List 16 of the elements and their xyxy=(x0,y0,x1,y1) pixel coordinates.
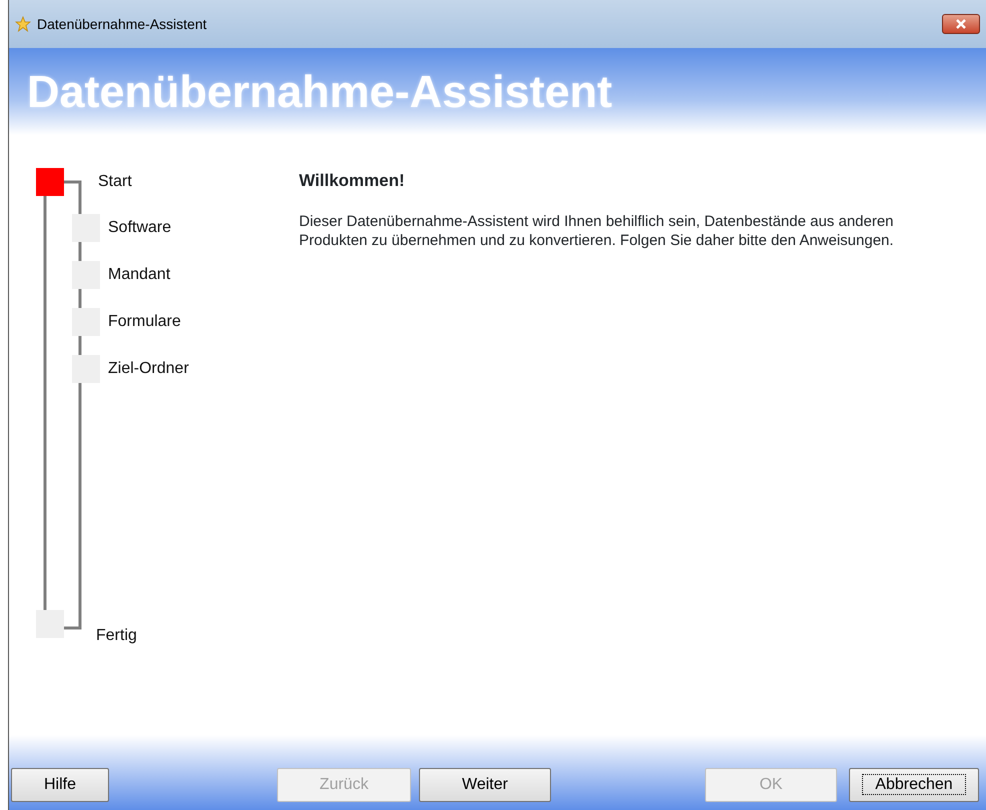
page-heading: Willkommen! xyxy=(299,170,406,192)
intro-text: Dieser Datenübernahme-Assistent wird Ihnen behilflich sein, Datenbestände aus anderen Produkten zu übernehmen und zu konvertieren. Folgen Sie daher bitte den Anweisungen. xyxy=(299,212,895,250)
step-label: Mandant xyxy=(108,265,170,285)
step-label: Start xyxy=(98,172,132,192)
dialog-button[interactable]: Weiter xyxy=(419,768,551,802)
step-label: Formulare xyxy=(108,312,181,332)
close-icon xyxy=(955,19,967,29)
step-label: Software xyxy=(108,218,172,238)
step-label: Fertig xyxy=(96,626,137,646)
window-title: Datenübernahme-Assistent xyxy=(37,14,207,34)
step-label: Ziel-Ordner xyxy=(108,359,189,379)
dialog-button[interactable]: Abbrechen xyxy=(849,768,979,802)
dialog-button[interactable]: Hilfe xyxy=(11,768,109,802)
wizard-title: Datenübernahme-Assistent xyxy=(27,64,612,119)
star-icon xyxy=(15,16,31,32)
close-button[interactable] xyxy=(942,14,980,34)
